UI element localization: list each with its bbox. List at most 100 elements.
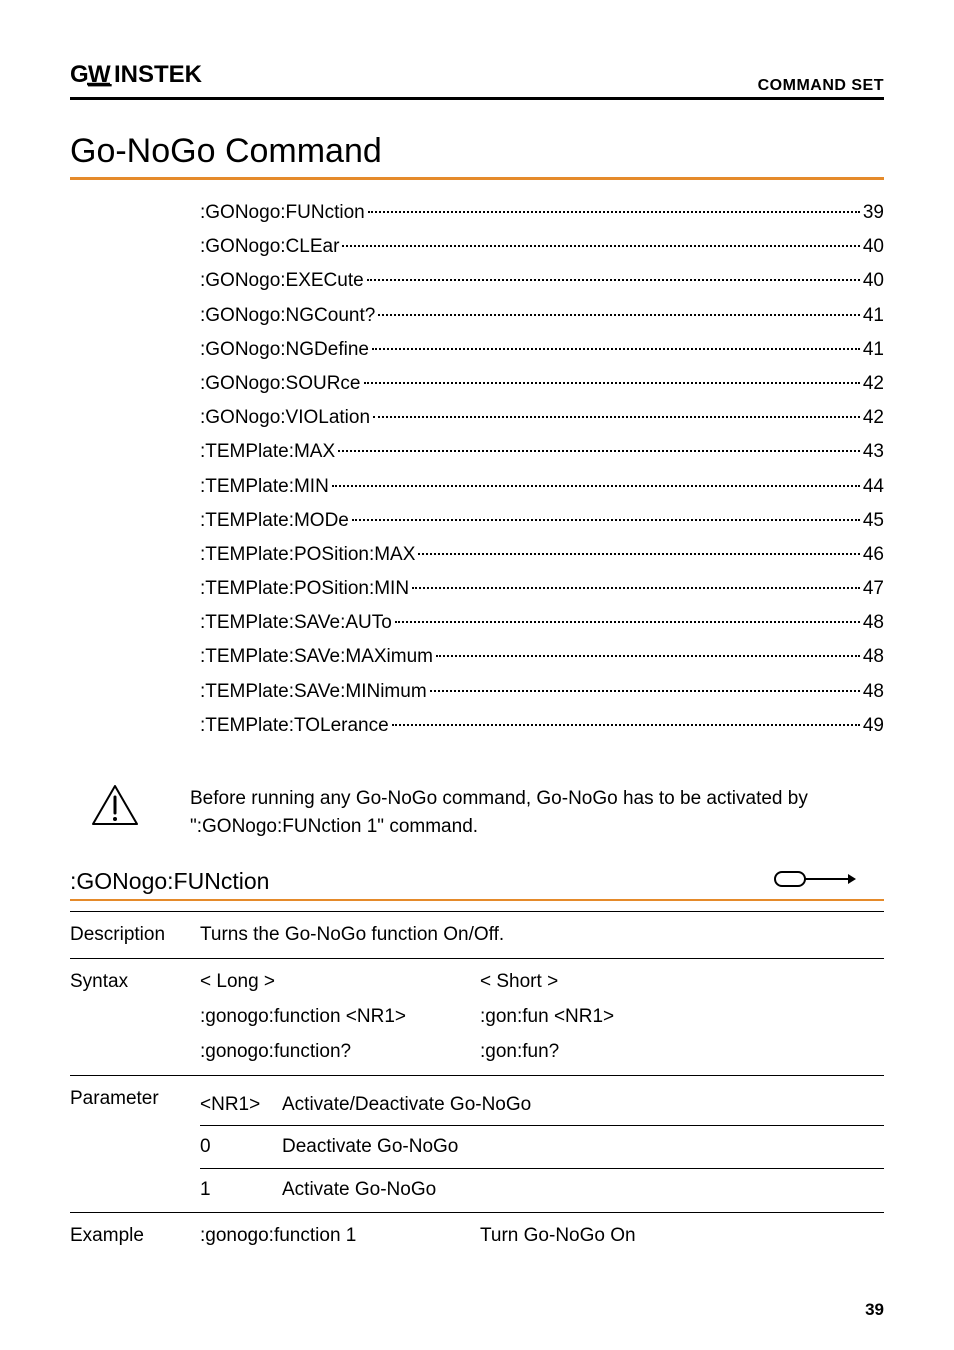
- param-code: 0: [200, 1132, 282, 1161]
- toc-leader: [332, 485, 860, 487]
- toc-label: :TEMPlate:MODe: [200, 504, 349, 538]
- toc-row: :GONogo:VIOLation 42: [200, 401, 884, 435]
- param-code: 1: [200, 1175, 282, 1204]
- toc-label: :GONogo:CLEar: [200, 230, 339, 264]
- parameter-row: Parameter <NR1> Activate/Deactivate Go-N…: [70, 1075, 884, 1212]
- toc-page: 40: [863, 230, 884, 264]
- toc-row: :GONogo:NGDefine 41: [200, 333, 884, 367]
- toc-leader: [352, 519, 860, 521]
- toc-row: :TEMPlate:SAVe:MINimum 48: [200, 675, 884, 709]
- toc-row: :TEMPlate:MAX 43: [200, 435, 884, 469]
- toc-label: :GONogo:EXECute: [200, 264, 364, 298]
- syntax-row: Syntax < Long > < Short > :gonogo:functi…: [70, 958, 884, 1075]
- toc-leader: [373, 416, 860, 418]
- toc-label: :TEMPlate:POSition:MIN: [200, 572, 409, 606]
- warning-note: Before running any Go-NoGo command, Go-N…: [70, 783, 884, 840]
- toc-page: 40: [863, 264, 884, 298]
- param-desc: Activate Go-NoGo: [282, 1175, 436, 1204]
- toc-row: :GONogo:NGCount? 41: [200, 299, 884, 333]
- example-command: :gonogo:function 1: [200, 1221, 480, 1250]
- toc-page: 41: [863, 299, 884, 333]
- toc-page: 45: [863, 504, 884, 538]
- toc-leader: [338, 450, 860, 452]
- toc-label: :TEMPlate:POSition:MAX: [200, 538, 415, 572]
- toc-leader: [368, 211, 860, 213]
- toc-label: :GONogo:SOURce: [200, 367, 361, 401]
- example-row: Example :gonogo:function 1 Turn Go-NoGo …: [70, 1212, 884, 1258]
- toc-label: :GONogo:VIOLation: [200, 401, 370, 435]
- syntax-short-header: < Short >: [480, 967, 884, 996]
- toc-page: 48: [863, 675, 884, 709]
- param-code: <NR1>: [200, 1090, 282, 1119]
- brand-logo: G W INSTEK: [70, 60, 220, 95]
- toc-leader: [395, 621, 860, 623]
- toc-leader: [367, 279, 860, 281]
- toc-leader: [436, 655, 860, 657]
- table-of-contents: :GONogo:FUNction 39 :GONogo:CLEar 40 :GONo…: [200, 196, 884, 743]
- command-heading: :GONogo:FUNction: [70, 868, 269, 895]
- toc-row: :TEMPlate:TOLerance 49: [200, 709, 884, 743]
- toc-label: :GONogo:NGCount?: [200, 299, 375, 333]
- toc-page: 43: [863, 435, 884, 469]
- toc-row: :TEMPlate:MODe 45: [200, 504, 884, 538]
- set-query-icon: [774, 868, 884, 895]
- toc-row: :GONogo:CLEar 40: [200, 230, 884, 264]
- syntax-long-line: :gonogo:function?: [200, 1037, 480, 1066]
- toc-page: 42: [863, 401, 884, 435]
- syntax-label: Syntax: [70, 967, 200, 1067]
- param-desc: Activate/Deactivate Go-NoGo: [282, 1090, 531, 1119]
- toc-row: :TEMPlate:SAVe:AUTo 48: [200, 606, 884, 640]
- toc-label: :TEMPlate:SAVe:AUTo: [200, 606, 392, 640]
- syntax-short-line: :gon:fun?: [480, 1037, 884, 1066]
- example-label: Example: [70, 1221, 200, 1250]
- param-desc: Deactivate Go-NoGo: [282, 1132, 458, 1161]
- toc-leader: [392, 724, 860, 726]
- command-rule: [70, 899, 884, 901]
- toc-page: 48: [863, 606, 884, 640]
- toc-label: :TEMPlate:MAX: [200, 435, 335, 469]
- gwinstek-logo-icon: G W INSTEK: [70, 60, 220, 88]
- description-label: Description: [70, 920, 200, 949]
- toc-leader: [378, 314, 860, 316]
- syntax-short-line: :gon:fun <NR1>: [480, 1002, 884, 1031]
- toc-leader: [372, 348, 860, 350]
- toc-row: :GONogo:SOURce 42: [200, 367, 884, 401]
- page-number: 39: [865, 1300, 884, 1320]
- toc-label: :TEMPlate:SAVe:MAXimum: [200, 640, 433, 674]
- toc-page: 42: [863, 367, 884, 401]
- title-rule: [70, 177, 884, 180]
- toc-leader: [364, 382, 860, 384]
- toc-row: :TEMPlate:POSition:MAX 46: [200, 538, 884, 572]
- svg-text:INSTEK: INSTEK: [114, 61, 203, 88]
- toc-page: 41: [863, 333, 884, 367]
- toc-page: 49: [863, 709, 884, 743]
- toc-page: 48: [863, 640, 884, 674]
- toc-row: :GONogo:EXECute 40: [200, 264, 884, 298]
- toc-leader: [418, 553, 859, 555]
- syntax-long-line: :gonogo:function <NR1>: [200, 1002, 480, 1031]
- toc-page: 39: [863, 196, 884, 230]
- toc-label: :TEMPlate:MIN: [200, 470, 329, 504]
- svg-text:G: G: [70, 61, 90, 88]
- parameter-label: Parameter: [70, 1084, 200, 1204]
- toc-row: :TEMPlate:SAVe:MAXimum 48: [200, 640, 884, 674]
- page-header: G W INSTEK COMMAND SET: [70, 60, 884, 100]
- toc-leader: [412, 587, 860, 589]
- toc-page: 46: [863, 538, 884, 572]
- toc-page: 47: [863, 572, 884, 606]
- toc-label: :TEMPlate:TOLerance: [200, 709, 389, 743]
- description-row: Description Turns the Go-NoGo function O…: [70, 911, 884, 957]
- toc-label: :TEMPlate:SAVe:MINimum: [200, 675, 427, 709]
- toc-row: :TEMPlate:POSition:MIN 47: [200, 572, 884, 606]
- definition-table: Description Turns the Go-NoGo function O…: [70, 911, 884, 1259]
- toc-label: :GONogo:FUNction: [200, 196, 365, 230]
- description-text: Turns the Go-NoGo function On/Off.: [200, 920, 884, 949]
- toc-page: 44: [863, 470, 884, 504]
- toc-row: :TEMPlate:MIN 44: [200, 470, 884, 504]
- toc-leader: [430, 690, 860, 692]
- header-section-title: COMMAND SET: [758, 77, 884, 95]
- caution-icon: [70, 783, 160, 827]
- example-description: Turn Go-NoGo On: [480, 1221, 884, 1250]
- toc-label: :GONogo:NGDefine: [200, 333, 369, 367]
- note-text: Before running any Go-NoGo command, Go-N…: [190, 783, 884, 840]
